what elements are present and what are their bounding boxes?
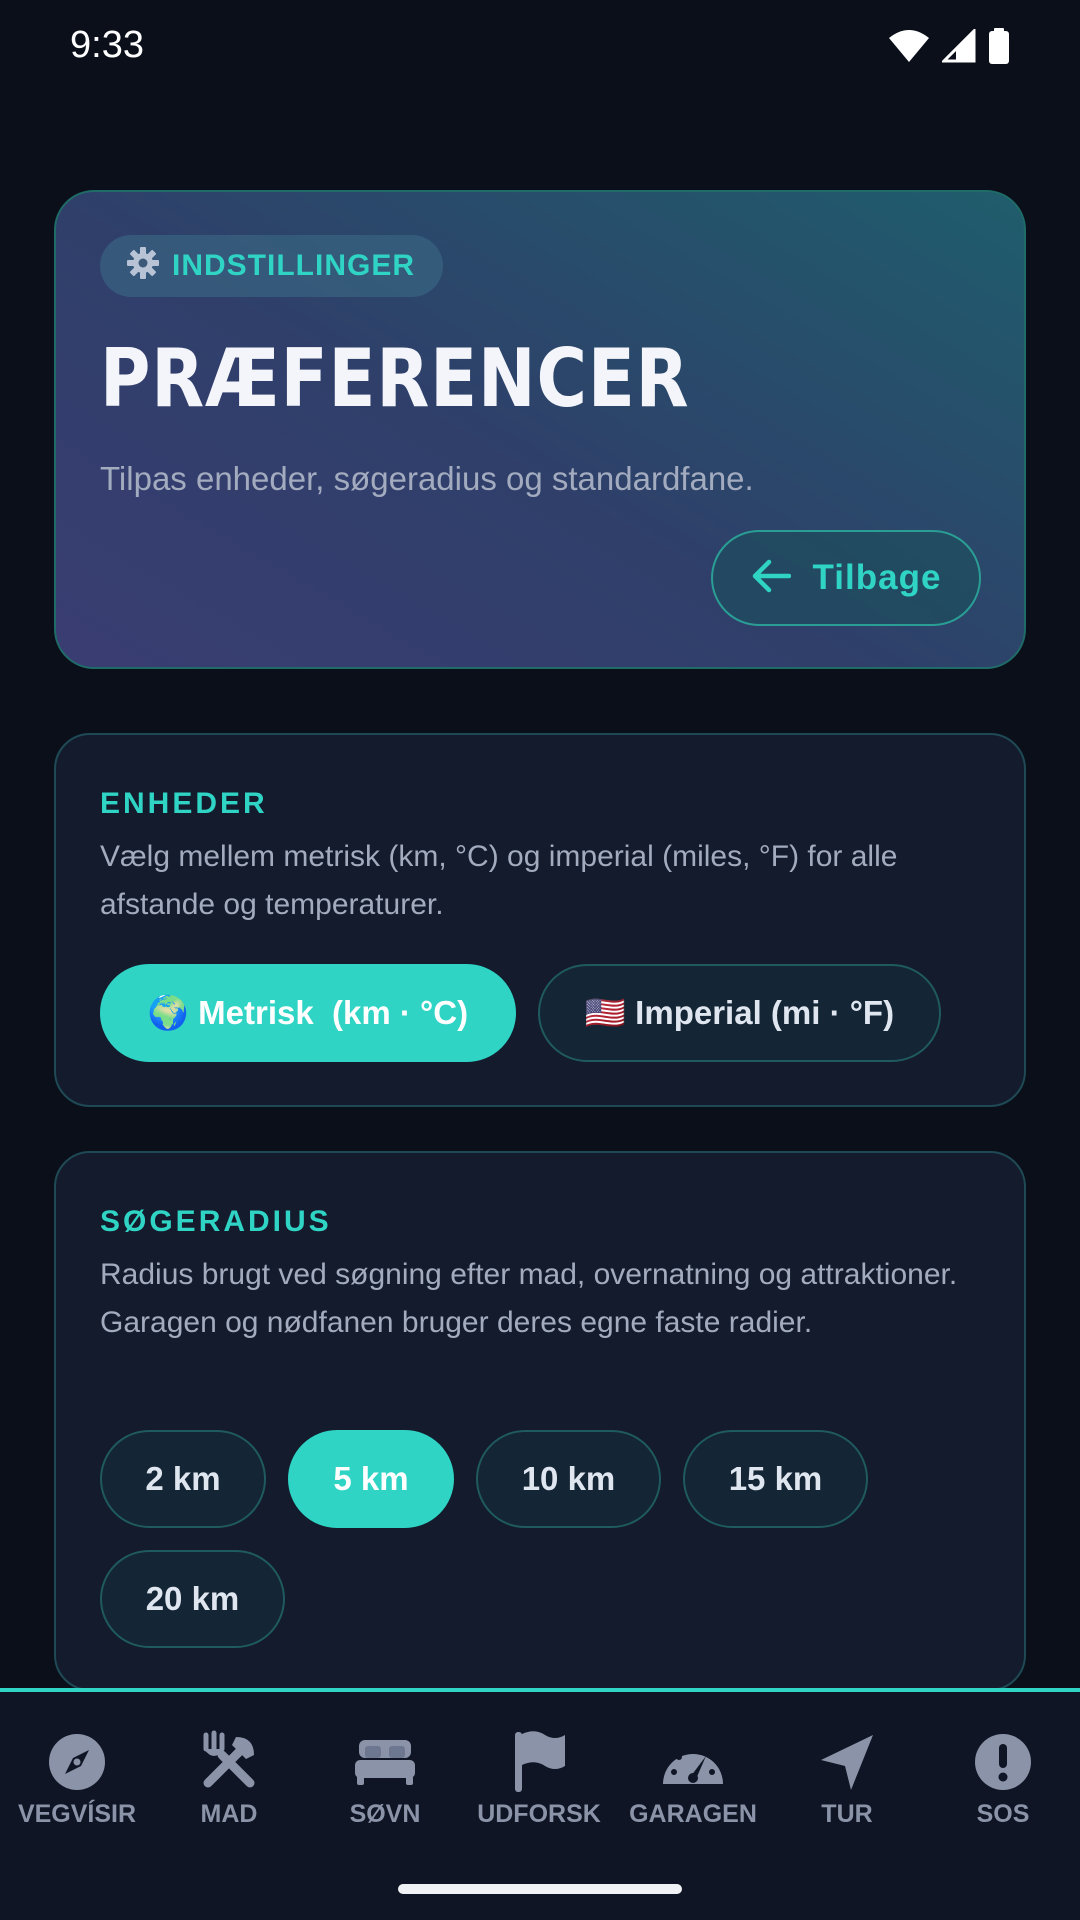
settings-badge-label: INDSTILLINGER [172,249,415,282]
home-indicator[interactable] [398,1884,682,1894]
status-bar: 9:33 [0,0,1080,92]
nav-label-sos: SOS [976,1800,1030,1828]
units-description: Vælg mellem metrisk (km, °C) og imperial… [100,840,898,921]
signal-icon [942,29,976,63]
nav-item-tur[interactable]: TUR [770,1730,924,1840]
units-section: ENHEDER Vælg mellem metrisk (km, °C) og … [54,733,1026,1107]
bed-icon [353,1730,417,1794]
alert-icon [973,1730,1033,1794]
preferences-screen: 9:33 INDSTILLINGER PRÆFERENCER Tilpas en… [0,0,1080,1920]
nav-label-tur: TUR [821,1800,873,1828]
utensils-icon [196,1730,262,1794]
radius-option-10km[interactable]: 10 km [476,1430,661,1528]
speedometer-icon [660,1730,726,1794]
preferences-header-card: INDSTILLINGER PRÆFERENCER Tilpas enheder… [54,190,1026,669]
nav-label-garagen: GARAGEN [629,1800,757,1828]
navigation-arrow-icon [817,1730,877,1794]
units-option-imperial[interactable]: 🇺🇸 Imperial (mi · °F) [538,964,941,1062]
units-option-metric[interactable]: 🌍 Metrisk (km · °C) [100,964,516,1062]
compass-icon [47,1730,107,1794]
search-radius-heading: SØGERADIUS [100,1205,332,1238]
nav-item-garagen[interactable]: GARAGEN [616,1730,770,1840]
flag-icon [511,1730,567,1794]
radius-option-20km[interactable]: 20 km [100,1550,285,1648]
nav-label-sovn: SØVN [349,1800,421,1828]
search-radius-section: SØGERADIUS Radius brugt ved søgning efte… [54,1151,1026,1691]
back-button[interactable]: Tilbage [711,530,981,626]
search-radius-description: Radius brugt ved søgning efter mad, over… [100,1258,958,1339]
arrow-left-icon [751,559,791,598]
nav-item-vegvisir[interactable]: VEGVÍSIR [0,1730,154,1840]
status-icons [888,28,1010,64]
gear-icon [126,246,160,286]
nav-item-mad[interactable]: MAD [152,1730,306,1840]
battery-icon [988,28,1010,64]
units-heading: ENHEDER [100,787,268,820]
radius-option-15km[interactable]: 15 km [683,1430,868,1528]
page-subtitle: Tilpas enheder, søgeradius og standardfa… [100,460,754,497]
nav-label-udforsk: UDFORSK [477,1800,601,1828]
nav-label-vegvisir: VEGVÍSIR [17,1800,137,1828]
wifi-icon [888,29,930,63]
back-button-label: Tilbage [812,558,942,597]
radius-option-2km[interactable]: 2 km [100,1430,266,1528]
page-title: PRÆFERENCER [100,332,690,425]
search-radius-options: 2 km 5 km 10 km 15 km 20 km [100,1430,1000,1648]
status-time: 9:33 [70,24,144,66]
nav-item-sovn[interactable]: SØVN [308,1730,462,1840]
radius-option-5km[interactable]: 5 km [288,1430,454,1528]
settings-badge: INDSTILLINGER [100,235,443,297]
nav-label-mad: MAD [200,1800,258,1828]
nav-item-sos[interactable]: SOS [926,1730,1080,1840]
units-options: 🌍 Metrisk (km · °C) 🇺🇸 Imperial (mi · °F… [100,964,1000,1062]
nav-item-udforsk[interactable]: UDFORSK [462,1730,616,1840]
